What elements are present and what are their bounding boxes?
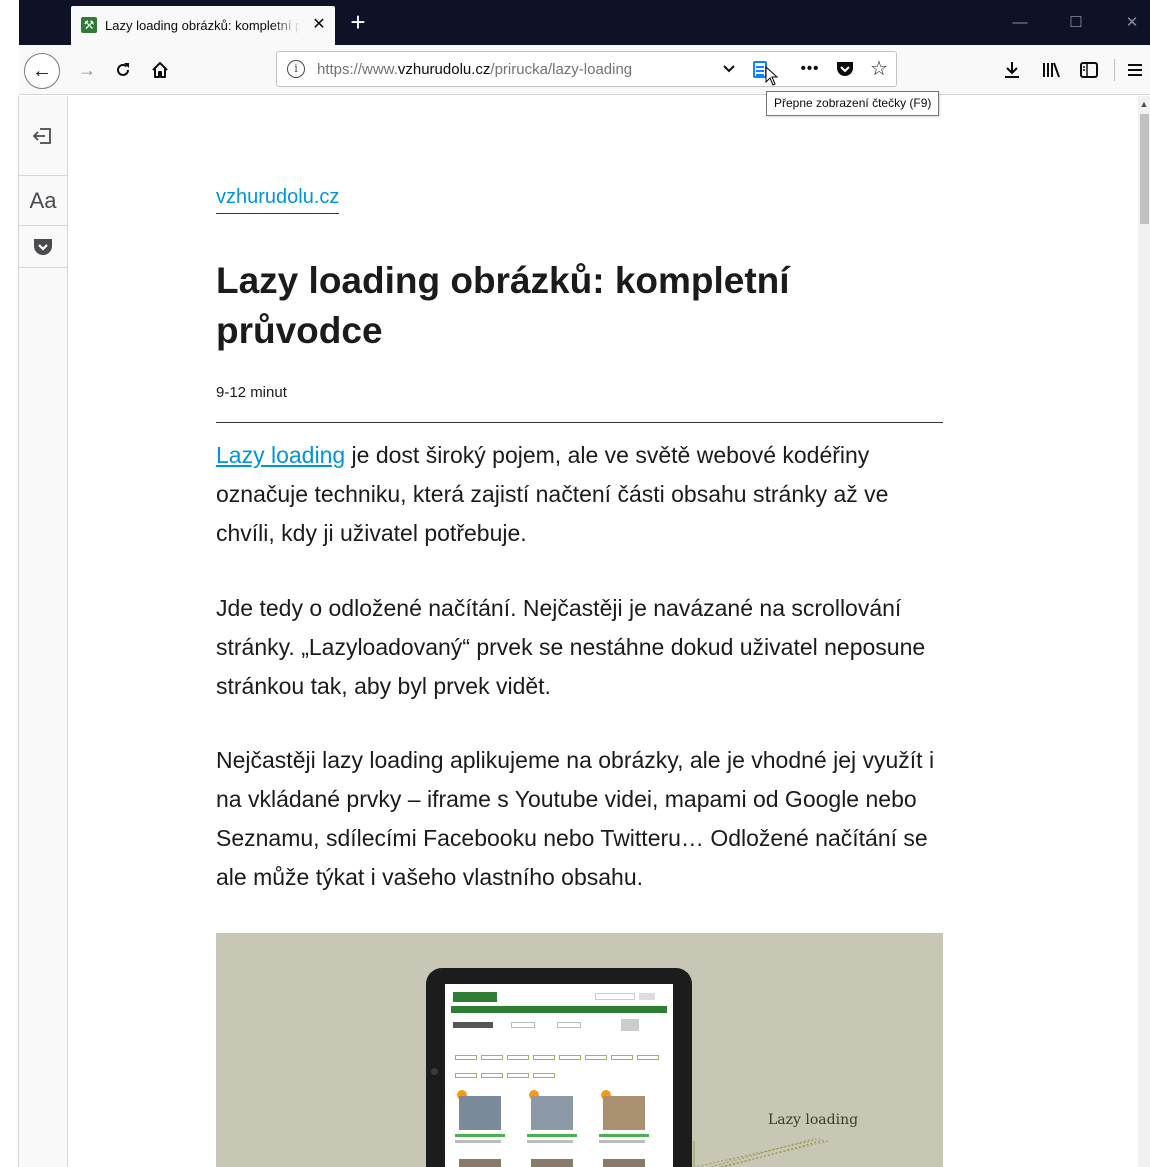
favicon-icon: ⚒ (81, 17, 97, 33)
back-button[interactable]: ← (24, 53, 60, 89)
tab-title: Lazy loading obrázků: kompletní průvodce (105, 18, 301, 33)
sidebar-button[interactable] (1074, 55, 1104, 85)
url-path: /prirucka/lazy-loading (490, 61, 633, 78)
toolbar-separator (1114, 59, 1115, 81)
reload-icon (117, 63, 129, 76)
article-paragraph: Lazy loading je dost široký pojem, ale v… (216, 436, 943, 553)
menu-button[interactable] (1120, 55, 1150, 85)
minimize-button[interactable]: — (1005, 10, 1035, 36)
bookmark-star-icon[interactable]: ☆ (867, 56, 891, 82)
tab-active[interactable]: ⚒ Lazy loading obrázků: kompletní průvod… (71, 6, 335, 45)
url-bar[interactable]: i https://www.vzhurudolu.cz/prirucka/laz… (276, 51, 897, 87)
type-controls-button[interactable]: Aa (19, 176, 67, 226)
page-actions-more-button[interactable]: ••• (797, 58, 823, 80)
download-icon (1005, 62, 1019, 78)
url-domain: vzhurudolu.cz (397, 61, 491, 78)
maximize-button[interactable]: ☐ (1061, 10, 1091, 36)
article-paragraph: Jde tedy o odložené načítání. Nejčastěji… (216, 595, 926, 699)
home-icon (152, 62, 168, 78)
save-to-pocket-button[interactable] (19, 226, 67, 268)
new-tab-button[interactable]: + (343, 8, 373, 38)
mouse-cursor-icon (765, 66, 779, 86)
title-bar: ⚒ Lazy loading obrázků: kompletní průvod… (0, 0, 1150, 45)
navigation-toolbar: ← → i https://www.vzhurudolu.cz/prirucka… (0, 45, 1150, 95)
home-button[interactable] (145, 55, 175, 85)
reader-content: vzhurudolu.cz Lazy loading obrázků: komp… (68, 96, 1138, 1167)
url-text[interactable]: https://www.vzhurudolu.cz/prirucka/lazy-… (317, 61, 632, 78)
tab-close-icon[interactable]: ✕ (309, 15, 329, 35)
pocket-icon[interactable] (835, 60, 855, 78)
sidebar-icon (1080, 62, 1098, 78)
reload-button[interactable] (108, 55, 138, 85)
url-prefix: https://www. (317, 61, 398, 78)
window-edge (0, 45, 19, 95)
article-figure: Lazy loading (216, 933, 943, 1167)
article-title: Lazy loading obrázků: kompletní průvodce (216, 260, 790, 351)
library-icon (1043, 62, 1060, 78)
figure-label: Lazy loading (768, 1112, 859, 1128)
reader-view-tooltip: Přepne zobrazení čtečky (F9) (766, 91, 940, 116)
vertical-scrollbar[interactable]: ▲ (1138, 96, 1150, 1167)
window-edge (0, 0, 19, 45)
library-button[interactable] (1036, 55, 1066, 85)
reading-time: 9-12 minut (216, 384, 287, 401)
close-window-button[interactable]: ✕ (1117, 10, 1147, 36)
downloads-button[interactable] (997, 55, 1027, 85)
reader-toolbar: Aa (19, 96, 68, 1167)
close-reader-view-button[interactable] (19, 96, 67, 176)
scroll-thumb[interactable] (1140, 114, 1149, 224)
annotation-lines (692, 1137, 829, 1167)
scroll-up-arrow-icon[interactable]: ▲ (1138, 96, 1150, 112)
divider (216, 422, 943, 423)
pocket-icon (34, 238, 52, 255)
article-domain-link[interactable]: vzhurudolu.cz (216, 186, 340, 214)
article-paragraph: Nejčastěji lazy loading aplikujeme na ob… (216, 747, 935, 890)
hamburger-menu-icon (1128, 64, 1142, 76)
site-info-icon[interactable]: i (287, 60, 305, 78)
url-dropdown-icon[interactable] (719, 58, 739, 80)
exit-reader-icon (32, 127, 51, 144)
lazy-loading-link[interactable]: Lazy loading (216, 442, 345, 468)
forward-button[interactable]: → (72, 55, 102, 85)
